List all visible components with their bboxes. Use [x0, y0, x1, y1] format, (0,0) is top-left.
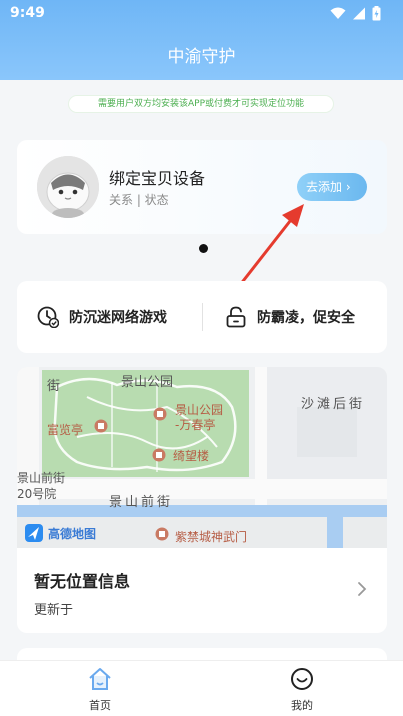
tab-label: 我的	[291, 699, 313, 712]
tab-mine[interactable]: 我的	[272, 667, 332, 713]
location-updated-text: 更新于	[34, 603, 74, 618]
feature-anti-addiction[interactable]: 防沉迷网络游戏	[37, 281, 167, 353]
clock-check-icon	[37, 306, 59, 328]
unlock-icon	[226, 306, 246, 328]
feature-label: 防霸凌，促安全	[257, 310, 355, 326]
map-label: 沙滩后街	[301, 397, 366, 412]
feature-divider	[202, 303, 203, 331]
chevron-right-icon[interactable]	[357, 581, 367, 597]
bottom-tab-bar: 首页 我的	[0, 660, 403, 716]
map-label: 20号院	[17, 487, 57, 501]
feature-label: 防沉迷网络游戏	[69, 310, 167, 326]
feature-anti-bullying[interactable]: 防霸凌，促安全	[225, 281, 355, 353]
map-label: 景山前街	[109, 495, 174, 510]
map-label: 富览亭	[47, 423, 84, 437]
map-label: 高德地图	[48, 527, 97, 541]
location-card[interactable]: 街 景山公园 景山公园 -万春亭 富览亭 绮望楼 景山前街 20号院 景山前街 …	[17, 367, 387, 633]
map-view[interactable]: 街 景山公园 景山公园 -万春亭 富览亭 绮望楼 景山前街 20号院 景山前街 …	[17, 367, 387, 548]
map-label: 街	[47, 379, 61, 394]
location-status-title: 暂无位置信息	[34, 572, 131, 591]
poi-marker-icon	[153, 407, 167, 421]
map-label: -万春亭	[175, 418, 216, 432]
map-label: 景山公园	[121, 375, 174, 390]
smile-icon	[291, 668, 313, 690]
poi-marker-icon	[155, 527, 169, 541]
features-card: 防沉迷网络游戏 防霸凌，促安全	[17, 281, 387, 353]
map-label: 绮望楼	[173, 449, 210, 463]
poi-marker-icon	[94, 419, 108, 433]
home-icon	[89, 668, 111, 690]
map-label: 紫禁城神武门	[175, 530, 248, 544]
carousel-indicator	[199, 244, 208, 253]
tab-label: 首页	[89, 699, 111, 712]
amap-logo-icon	[25, 524, 43, 542]
poi-marker-icon	[152, 448, 166, 462]
map-label: 景山前街	[17, 471, 66, 485]
tab-home[interactable]: 首页	[70, 667, 130, 713]
